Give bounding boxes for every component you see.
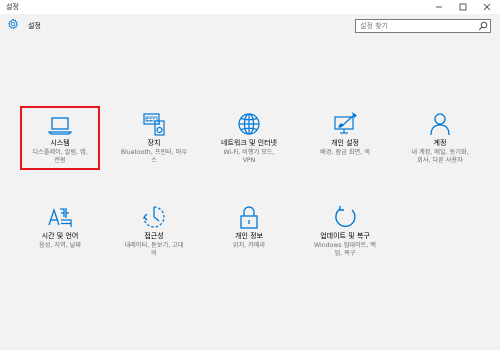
tile-devices[interactable]: 장치 Bluetooth, 프린터, 마우 스 — [114, 106, 194, 170]
tile-personalization[interactable]: 개인 설정 배경, 잠금 화면, 색 — [305, 106, 385, 170]
gear-icon — [8, 18, 19, 30]
devices-icon — [143, 113, 165, 136]
time-language-icon — [48, 207, 72, 227]
tile-description: 내 계정, 메일, 동기화, 회사, 다른 사용자 — [411, 149, 469, 164]
tile-privacy[interactable]: 개인 정보 위치, 카메라 — [209, 199, 289, 263]
person-icon — [430, 113, 450, 136]
tile-description: 음성, 지역, 날짜 — [38, 242, 82, 249]
update-icon — [335, 206, 356, 228]
close-icon — [483, 3, 491, 11]
maximize-button[interactable] — [452, 0, 474, 14]
tile-description: Wi-Fi, 비행기 모드, VPN — [223, 149, 275, 164]
tile-description: Windows 업데이트, 백 업, 복구 — [314, 242, 376, 257]
title-bar: 설정 — [0, 0, 500, 14]
search-icon[interactable] — [478, 21, 488, 31]
settings-window: 설정 설정 시스템 디스플레이, — [0, 0, 500, 350]
ease-of-access-icon — [143, 206, 165, 228]
lock-icon — [240, 206, 258, 229]
tile-label: 시간 및 언어 — [41, 232, 79, 240]
page-title: 설정 — [28, 22, 41, 30]
laptop-icon — [47, 117, 73, 135]
tile-description: Bluetooth, 프린터, 마우 스 — [120, 149, 188, 164]
tile-description: 내레이터, 돋보기, 고대 비 — [124, 242, 184, 257]
tile-description: 위치, 카메라 — [232, 242, 266, 249]
search-input[interactable] — [358, 20, 478, 32]
tile-ease-of-access[interactable]: 접근성 내레이터, 돋보기, 고대 비 — [114, 199, 194, 263]
tile-label: 장치 — [147, 139, 161, 147]
tile-update-recovery[interactable]: 업데이트 및 복구 Windows 업데이트, 백 업, 복구 — [305, 199, 385, 263]
globe-icon — [238, 113, 260, 135]
tile-label: 계정 — [433, 139, 447, 147]
close-button[interactable] — [476, 0, 498, 14]
tile-label: 업데이트 및 복구 — [320, 232, 370, 240]
tile-network[interactable]: 네트워크 및 인터넷 Wi-Fi, 비행기 모드, VPN — [209, 106, 289, 170]
tile-accounts[interactable]: 계정 내 계정, 메일, 동기화, 회사, 다른 사용자 — [400, 106, 480, 170]
tile-label: 개인 정보 — [235, 232, 263, 240]
window-title: 설정 — [6, 3, 19, 11]
tile-label: 접근성 — [144, 232, 164, 240]
personalization-icon — [334, 112, 357, 134]
tile-label: 개인 설정 — [331, 139, 359, 147]
tile-label: 네트워크 및 인터넷 — [221, 139, 277, 147]
search-box[interactable] — [355, 19, 491, 33]
maximize-icon — [459, 3, 467, 11]
tile-system[interactable]: 시스템 디스플레이, 알림, 앱, 전원 — [20, 106, 100, 170]
tile-description: 배경, 잠금 화면, 색 — [320, 149, 370, 156]
tile-label: 시스템 — [50, 139, 70, 147]
tile-time-language[interactable]: 시간 및 언어 음성, 지역, 날짜 — [20, 199, 100, 263]
minimize-icon — [436, 6, 442, 8]
tile-description: 디스플레이, 알림, 앱, 전원 — [32, 149, 88, 164]
minimize-button[interactable] — [428, 0, 450, 14]
